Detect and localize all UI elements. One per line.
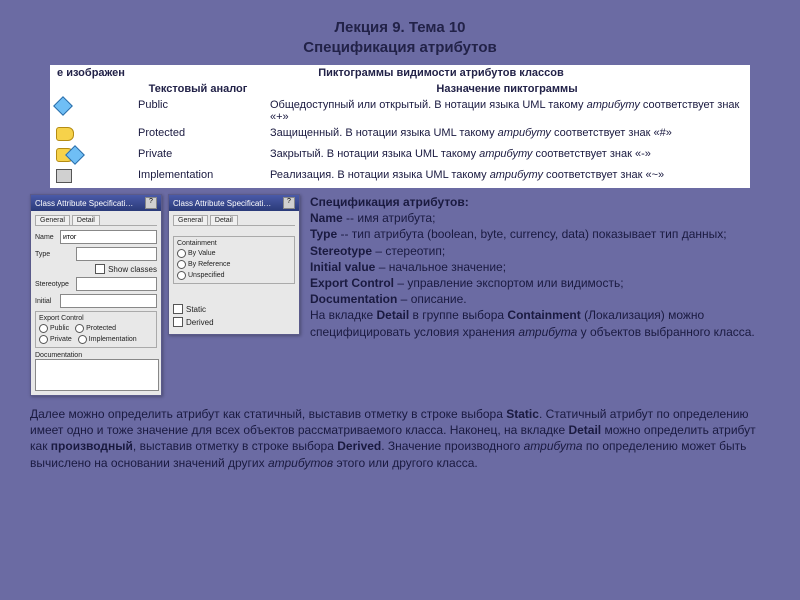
th-purpose: Назначение пиктограммы — [264, 81, 750, 97]
page-title: Лекция 9. Тема 10 Спецификация атрибутов — [30, 18, 770, 57]
public-icon — [50, 97, 132, 125]
th-image: е изображен — [50, 65, 132, 97]
lecture-line2: Спецификация атрибутов — [30, 38, 770, 58]
protected-icon — [50, 125, 132, 146]
lecture-line1: Лекция 9. Тема 10 — [30, 18, 770, 38]
table-row: Implementation Реализация. В нотации язы… — [50, 167, 750, 188]
initial-field[interactable] — [60, 294, 157, 308]
static-label: Static — [186, 305, 206, 314]
th-text-analog: Текстовый аналог — [132, 81, 264, 97]
radio-public[interactable] — [39, 324, 48, 333]
close-icon[interactable]: ? — [283, 197, 295, 209]
table-row: Protected Защищенный. В нотации языка UM… — [50, 125, 750, 146]
derived-label: Derived — [186, 318, 214, 327]
visibility-table: е изображен Пиктограммы видимости атрибу… — [50, 65, 750, 188]
implementation-icon — [50, 167, 132, 188]
cell-analog: Implementation — [132, 167, 264, 188]
documentation-label: Documentation — [35, 352, 157, 359]
radio-protected[interactable] — [75, 324, 84, 333]
radio-by-value[interactable] — [177, 249, 186, 258]
spec-text: Спецификация атрибутов: Name -- имя атри… — [306, 194, 770, 340]
type-select[interactable] — [76, 247, 157, 261]
stereotype-select[interactable] — [76, 277, 157, 291]
cell-desc: Общедоступный или открытый. В нотации яз… — [264, 97, 750, 125]
table-row: Private Закрытый. В нотации языка UML та… — [50, 146, 750, 167]
stereotype-label: Stereotype — [35, 281, 73, 288]
show-classes-checkbox[interactable] — [95, 264, 105, 274]
tab-general[interactable]: General — [173, 215, 208, 225]
radio-implementation[interactable] — [78, 335, 87, 344]
type-label: Type — [35, 251, 73, 258]
static-checkbox[interactable] — [173, 304, 183, 314]
name-field[interactable] — [60, 230, 157, 244]
close-icon[interactable]: ? — [145, 197, 157, 209]
cell-analog: Private — [132, 146, 264, 167]
tab-detail[interactable]: Detail — [72, 215, 100, 225]
cell-analog: Public — [132, 97, 264, 125]
attribute-spec-dialog-detail: Class Attribute Specificati… ? General D… — [168, 194, 300, 335]
cell-desc: Реализация. В нотации языка UML такому а… — [264, 167, 750, 188]
tab-detail[interactable]: Detail — [210, 215, 238, 225]
containment-group: Containment By Value By Reference Unspec… — [173, 236, 295, 284]
dialog-title: Class Attribute Specificati… — [35, 199, 133, 208]
table-caption: Пиктограммы видимости атрибутов классов — [132, 65, 750, 81]
radio-private[interactable] — [39, 335, 48, 344]
derived-checkbox[interactable] — [173, 317, 183, 327]
radio-unspecified[interactable] — [177, 271, 186, 280]
cell-desc: Защищенный. В нотации языка UML такому а… — [264, 125, 750, 146]
cell-desc: Закрытый. В нотации языка UML такому атр… — [264, 146, 750, 167]
documentation-field[interactable] — [35, 359, 159, 391]
radio-by-reference[interactable] — [177, 260, 186, 269]
attribute-spec-dialog-general: Class Attribute Specificati… ? General D… — [30, 194, 162, 396]
export-control-group: Export Control Public Protected Private … — [35, 311, 157, 348]
tab-general[interactable]: General — [35, 215, 70, 225]
table-row: Public Общедоступный или открытый. В нот… — [50, 97, 750, 125]
bottom-paragraph: Далее можно определить атрибут как стати… — [30, 406, 770, 471]
private-icon — [50, 146, 132, 167]
dialog-title: Class Attribute Specificati… — [173, 199, 271, 208]
show-classes-label: Show classes — [108, 265, 157, 274]
cell-analog: Protected — [132, 125, 264, 146]
name-label: Name — [35, 234, 57, 241]
initial-label: Initial — [35, 298, 57, 305]
